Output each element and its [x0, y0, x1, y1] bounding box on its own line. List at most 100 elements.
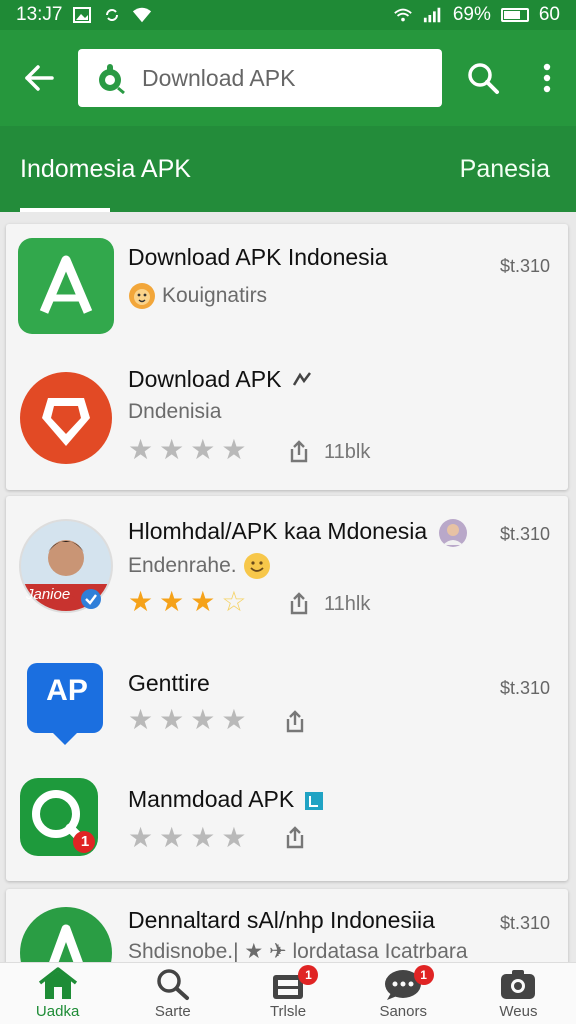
share-icon [286, 826, 304, 849]
app-title: Manmdoad APK [128, 786, 323, 813]
app-title-text: Hlomhdal/APK kaa Mdonesia [128, 518, 428, 545]
app-list-item[interactable]: Download APK Dndenisia ★ ★ ★ ★ 11blk [6, 350, 568, 490]
nav-label: Trlsle [269, 1003, 307, 1020]
star-rating: ★ ★ ★ ☆ [128, 588, 246, 616]
green-a-icon [20, 907, 112, 969]
star-icon: ★ [221, 822, 247, 853]
battery-percent: 69% [452, 4, 491, 25]
nav-chat[interactable]: 1 Sanors [346, 963, 461, 1024]
app-title-text: Manmdoad APK [128, 786, 295, 812]
app-price: $t.310 [499, 524, 550, 544]
tab-indomesia-apk[interactable]: Indomesia APK [20, 126, 191, 212]
nav-camera[interactable]: Weus [461, 963, 576, 1024]
star-icon: ★ [128, 586, 154, 617]
app-list-item[interactable]: AP Genttire $t.310 ★ ★ ★ ★ [6, 630, 568, 754]
bottom-navigation: Uadka Sarte 1 Trlsle 1 Sanors Weus [0, 962, 576, 1024]
overflow-menu-button[interactable] [522, 53, 572, 103]
app-bar [0, 30, 576, 126]
download-button[interactable] [284, 826, 306, 850]
star-icon: ★ [190, 586, 216, 617]
wifi-notification-icon [132, 6, 152, 24]
app-title-text: Download APK [128, 366, 282, 392]
nav-label: Weus [499, 1003, 538, 1020]
cell-signal-icon [423, 6, 443, 24]
search-box[interactable] [78, 49, 442, 107]
app-title: Dennaltard sAl/nhp Indonesiia [128, 907, 435, 933]
app-developer: Endenrahe. [128, 552, 271, 580]
green-a-icon [39, 255, 93, 314]
app-developer-name: Kouignatirs [162, 284, 268, 307]
avatar-caption: Janioe [26, 586, 71, 603]
download-count: 11hlk [288, 592, 370, 616]
search-button[interactable] [458, 53, 508, 103]
nav-badge: 1 [298, 965, 319, 985]
app-list-item[interactable]: Dennaltard sAl/nhp Indonesiia Shdisnobe.… [6, 889, 568, 969]
blue-ap-icon-text: AP [46, 674, 88, 707]
nav-search[interactable]: Sarte [115, 963, 230, 1024]
nav-home[interactable]: Uadka [0, 963, 115, 1024]
app-price: $t.310 [499, 913, 550, 933]
nav-label: Sarte [154, 1003, 191, 1020]
app-list-item[interactable]: Janioe Hlomhdal/APK kaa Mdonesia Endenra… [6, 496, 568, 630]
app-card: Janioe Hlomhdal/APK kaa Mdonesia Endenra… [6, 496, 568, 881]
nav-inbox[interactable]: 1 Trlsle [230, 963, 345, 1024]
app-icon: Janioe [18, 518, 114, 614]
user-avatar-icon [438, 519, 467, 547]
download-count: 11blk [288, 440, 370, 464]
red-shield-icon [20, 372, 112, 464]
star-icon: ★ [159, 704, 185, 735]
app-icon [18, 370, 114, 466]
star-rating: ★ ★ ★ ★ [128, 824, 246, 852]
app-title: Download APK [128, 366, 312, 393]
star-icon: ☆ [221, 586, 247, 617]
app-list-item[interactable]: Download APK Indonesia Kouignatirs $t.31… [6, 224, 568, 346]
battery-icon [500, 8, 529, 22]
app-icon [18, 238, 114, 334]
download-count-text: 11hlk [324, 592, 371, 615]
app-icon: AP [18, 656, 114, 752]
gallery-notification-icon [72, 6, 92, 24]
app-price: $t.310 [499, 256, 550, 276]
star-icon: ★ [221, 704, 247, 735]
status-time: 13:J7 [16, 4, 63, 25]
app-list-item[interactable]: 1 Manmdoad APK ★ ★ ★ ★ [6, 754, 568, 881]
nav-badge: 1 [413, 965, 434, 985]
verified-badge-icon [81, 589, 101, 609]
share-icon [290, 440, 308, 463]
more-vert-icon [543, 63, 551, 93]
app-developer: Dndenisia [128, 400, 222, 423]
star-icon: ★ [128, 704, 154, 735]
status-bar: 13:J7 69% 60 [0, 0, 576, 30]
star-rating: ★ ★ ★ ★ [128, 706, 246, 734]
app-developer: Kouignatirs [128, 282, 267, 310]
back-button[interactable] [0, 30, 78, 126]
app-price: $t.310 [499, 678, 550, 698]
star-icon: ★ [159, 434, 185, 465]
status-extra: 60 [538, 4, 560, 25]
tab-indicator [20, 208, 110, 212]
editor-choice-icon [292, 372, 311, 386]
app-icon: 1 [18, 776, 114, 872]
app-developer-name: Endenrahe. [128, 554, 237, 577]
tab-panesia[interactable]: Panesia [460, 126, 550, 212]
app-title: Download APK Indonesia [128, 244, 388, 270]
app-card: Dennaltard sAl/nhp Indonesiia Shdisnobe.… [6, 889, 568, 969]
share-icon [286, 710, 304, 733]
star-icon: ★ [128, 434, 154, 465]
share-icon [290, 592, 308, 615]
smile-emoji-icon [243, 553, 270, 579]
tab-bar: Indomesia APK Panesia [0, 126, 576, 212]
search-input[interactable] [142, 64, 424, 92]
star-icon: ★ [190, 434, 216, 465]
search-icon [157, 969, 189, 1000]
app-card: Download APK Indonesia Kouignatirs $t.31… [6, 224, 568, 490]
nav-label: Sanors [379, 1003, 427, 1020]
lion-emoji-icon [129, 283, 155, 309]
star-icon: ★ [128, 822, 154, 853]
star-rating: ★ ★ ★ ★ [128, 436, 246, 464]
nav-label: Uadka [35, 1003, 80, 1020]
app-logo-icon [99, 64, 125, 94]
star-icon: ★ [190, 822, 216, 853]
wifi-signal-icon [393, 6, 413, 24]
download-button[interactable] [284, 710, 306, 734]
